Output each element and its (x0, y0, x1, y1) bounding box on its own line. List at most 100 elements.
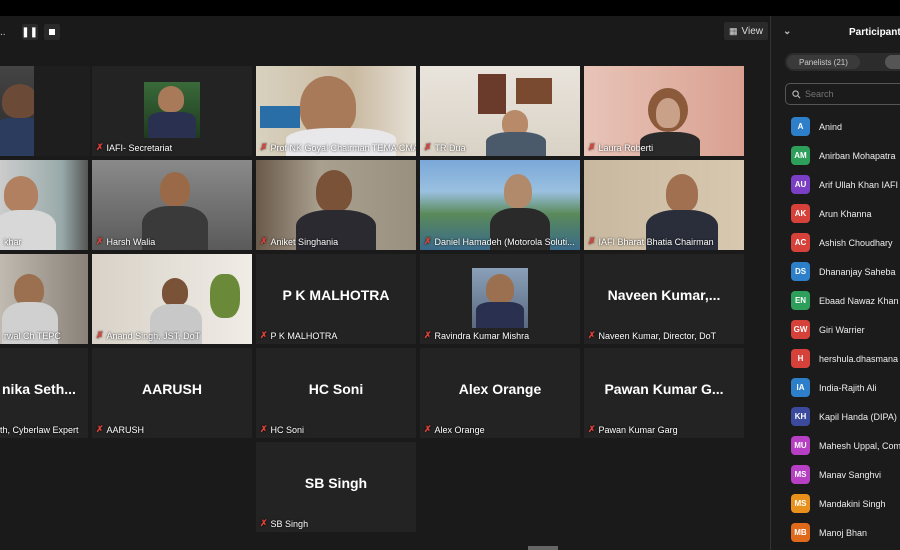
participant-display-name: nika Seth... (2, 381, 76, 398)
top-bar (0, 0, 900, 16)
video-tile[interactable]: AARUSH ✗ AARUSH (92, 348, 252, 438)
panel-header: ⌄ Participants (771, 24, 900, 42)
video-tile[interactable]: ✗ IAFI- Secretariat (92, 66, 252, 156)
scroll-indicator[interactable] (528, 546, 558, 550)
video-tile[interactable]: Naveen Kumar,... ✗ Naveen Kumar, Director… (584, 254, 744, 344)
participant-list-item[interactable]: AC Ashish Choudhary (771, 228, 900, 257)
participant-list-item[interactable]: MU Mahesh Uppal, Com (771, 431, 900, 460)
stop-button[interactable] (43, 24, 60, 40)
avatar: AM (791, 146, 810, 165)
participant-name: SB Singh (270, 518, 309, 529)
video-tile[interactable]: ✗ Ravindra Kumar Mishra (420, 254, 580, 344)
pause-button[interactable]: ❚❚ (21, 24, 38, 40)
mic-muted-icon: ✗ (588, 424, 596, 434)
participant-name: P K MALHOTRA (270, 330, 338, 341)
participant-name: Aniket Singhania (270, 236, 339, 247)
participant-list: A Anind AM Anirban Mohapatra AU Arif Ullah Kh… (771, 112, 900, 547)
video-tile[interactable]: ✗ Aniket Singhania (256, 160, 416, 250)
participant-display-name: HC Soni (308, 381, 364, 398)
mic-muted-icon: ✗ (424, 330, 432, 340)
video-tile[interactable]: ✗ TR Dua (420, 66, 580, 156)
participant-list-name: hershula.dhasmana (819, 353, 899, 364)
video-tile[interactable] (0, 66, 90, 156)
participant-list-item[interactable]: GW Giri Warrier (771, 315, 900, 344)
stop-icon (48, 29, 55, 35)
video-tile[interactable]: ✗ IAFI Bharat Bhatia Chairman (584, 160, 744, 250)
participant-list-item[interactable]: DS Dhananjay Saheba (771, 257, 900, 286)
participant-video (666, 174, 698, 212)
participant-video (316, 170, 352, 212)
chevron-down-icon[interactable]: ⌄ (783, 26, 791, 37)
avatar: GW (791, 320, 810, 339)
participant-name: IAFI- Secretariat (106, 142, 173, 153)
participant-name: Prof NK Goyal Chairman TEMA CMAI (270, 142, 416, 153)
video-tile[interactable]: ✗ Laura Roberti (584, 66, 744, 156)
video-tile[interactable]: khar (0, 160, 88, 250)
more-dots-icon[interactable]: .. (0, 27, 6, 38)
avatar: A (791, 117, 810, 136)
mic-muted-icon: ✗ (260, 518, 268, 528)
avatar: AK (791, 204, 810, 223)
tab-panelists[interactable]: Panelists (21) (787, 55, 860, 69)
grid-icon: ▦ (729, 25, 738, 36)
participant-list-name: Dhananjay Saheba (819, 266, 896, 277)
participant-list-item[interactable]: KH Kapil Handa (DIPA) (771, 402, 900, 431)
mic-muted-icon: ✗ (588, 142, 596, 152)
video-tile[interactable]: P K MALHOTRA ✗ P K MALHOTRA (256, 254, 416, 344)
participant-list-item[interactable]: AK Arun Khanna (771, 199, 900, 228)
mic-muted-icon: ✗ (96, 424, 104, 434)
search-box (785, 83, 900, 105)
participant-display-name: AARUSH (142, 381, 202, 398)
mic-muted-icon: ✗ (588, 330, 596, 340)
mic-muted-icon: ✗ (96, 236, 104, 246)
participant-display-name: Pawan Kumar G... (604, 381, 724, 398)
video-tile[interactable]: nika Seth... th, Cyberlaw Expert (0, 348, 88, 438)
participant-list-item[interactable]: Hhershula.dhasmana (771, 344, 900, 373)
search-input[interactable] (805, 89, 885, 99)
participant-display-name: Naveen Kumar,... (607, 287, 721, 304)
video-tile[interactable]: ✗ Prof NK Goyal Chairman TEMA CMAI (256, 66, 416, 156)
participant-name: rwal Ch TEPC (4, 331, 61, 341)
search-icon (792, 89, 801, 98)
participant-list-item[interactable]: IA India-Rajith Ali (771, 373, 900, 402)
participant-video (300, 76, 356, 136)
tab-attendees[interactable] (885, 55, 900, 69)
mic-muted-icon: ✗ (260, 142, 268, 152)
video-tile[interactable]: HC Soni ✗ HC Soni (256, 348, 416, 438)
video-tile[interactable]: SB Singh ✗ SB Singh (256, 442, 416, 532)
video-tile[interactable]: rwal Ch TEPC (0, 254, 88, 344)
video-tile[interactable]: ✗ Daniel Hamadeh (Motorola Soluti... (420, 160, 580, 250)
view-button[interactable]: ▦ View (724, 22, 769, 40)
avatar: KH (791, 407, 810, 426)
participant-name: Naveen Kumar, Director, DoT (598, 330, 717, 341)
participant-list-item[interactable]: MB Manoj Bhan (771, 518, 900, 547)
participant-name: TR Dua (434, 142, 466, 153)
video-controls: .. ❚❚ (0, 23, 60, 41)
participant-name: Alex Orange (434, 424, 485, 435)
participant-video (162, 278, 188, 306)
participant-list-item[interactable]: MS Mandakini Singh (771, 489, 900, 518)
participant-name: Laura Roberti (598, 142, 654, 153)
video-tile[interactable]: Pawan Kumar G... ✗ Pawan Kumar Garg (584, 348, 744, 438)
participant-tabs: Panelists (21) (785, 53, 900, 71)
mic-muted-icon: ✗ (424, 142, 432, 152)
participant-video (504, 174, 532, 208)
avatar: H (791, 349, 810, 368)
avatar: MS (791, 494, 810, 513)
avatar: EN (791, 291, 810, 310)
participant-list-item[interactable]: MS Manav Sanghvi (771, 460, 900, 489)
participant-name: Ravindra Kumar Mishra (434, 330, 530, 341)
participants-panel: ⌄ Participants Panelists (21) A Anind AM An… (770, 16, 900, 550)
participant-name: Daniel Hamadeh (Motorola Soluti... (434, 236, 575, 247)
video-tile[interactable]: Alex Orange ✗ Alex Orange (420, 348, 580, 438)
participant-list-item[interactable]: A Anind (771, 112, 900, 141)
participant-list-item[interactable]: AU Arif Ullah Khan IAFI (771, 170, 900, 199)
participant-video (486, 274, 514, 304)
participant-list-name: Arif Ullah Khan IAFI (819, 179, 899, 190)
video-tile[interactable]: ✗ Harsh Walia (92, 160, 252, 250)
participant-list-item[interactable]: EN Ebaad Nawaz Khan (771, 286, 900, 315)
participant-video (158, 86, 184, 112)
video-tile[interactable]: ✗ Anand Singh, JST, DoT (92, 254, 252, 344)
participant-list-name: Mandakini Singh (819, 498, 886, 509)
participant-list-item[interactable]: AM Anirban Mohapatra (771, 141, 900, 170)
